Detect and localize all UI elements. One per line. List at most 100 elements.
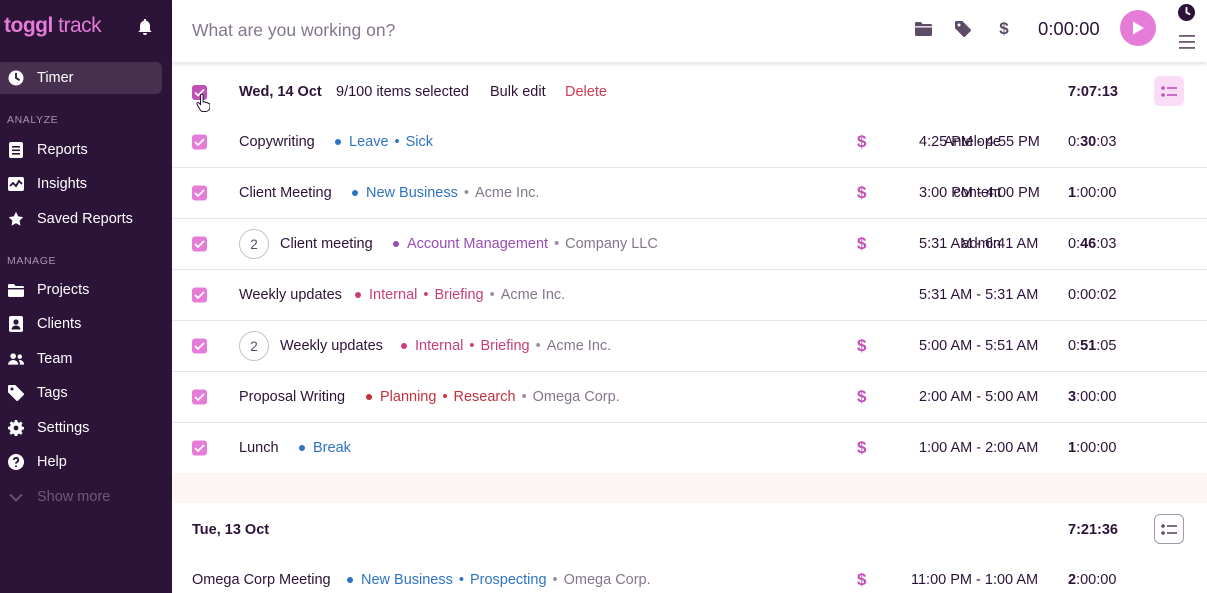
project-name: Account Management <box>407 236 549 252</box>
time-entry-row[interactable]: 2 Client meeting Account Management • Co… <box>172 219 1207 270</box>
separator: • <box>554 236 560 252</box>
time-entry-row[interactable]: Lunch Break $ 1:00 AM - 2:00 AM 1:00:00 <box>172 423 1207 474</box>
sidebar-item-tags[interactable]: Tags <box>0 377 162 409</box>
task-description-input[interactable] <box>192 16 692 44</box>
entry-duration[interactable]: 0:51:05 <box>1068 338 1116 354</box>
clock-icon <box>8 70 24 86</box>
billable-dollar-icon[interactable]: $ <box>857 387 866 407</box>
entry-description[interactable]: Copywriting <box>239 134 315 150</box>
billable-dollar-icon[interactable]: $ <box>857 183 866 203</box>
entry-project[interactable]: Internal • Briefing • Acme Inc. <box>355 287 565 303</box>
folder-icon <box>8 282 24 298</box>
group-date: Wed, 14 Oct <box>239 84 322 100</box>
sidebar-item-reports[interactable]: Reports <box>0 134 162 166</box>
grouped-entries-count-badge[interactable]: 2 <box>239 331 269 361</box>
time-entry-row[interactable]: 2 Weekly updates Internal • Briefing • A… <box>172 321 1207 372</box>
entry-project[interactable]: Account Management • Company LLC <box>393 236 658 252</box>
entry-time-range[interactable]: 5:00 AM - 5:51 AM <box>919 338 1038 354</box>
entry-checkbox[interactable] <box>192 389 207 405</box>
group-total-duration: 7:07:13 <box>1068 84 1118 100</box>
grouped-entries-count-badge[interactable]: 2 <box>239 229 269 259</box>
time-entry-row[interactable]: Omega Corp Meeting New Business • Prospe… <box>172 554 1207 593</box>
entry-duration[interactable]: 1:00:00 <box>1068 185 1116 201</box>
entry-duration[interactable]: 0:30:03 <box>1068 134 1116 150</box>
sidebar-item-insights[interactable]: Insights <box>0 168 162 200</box>
group-list-toggle-button[interactable] <box>1154 514 1184 544</box>
timer-mode-clock-icon[interactable] <box>1178 4 1195 21</box>
entry-project[interactable]: New Business • Acme Inc. <box>352 185 539 201</box>
sidebar-item-projects[interactable]: Projects <box>0 274 162 306</box>
entry-checkbox[interactable] <box>192 236 207 252</box>
sidebar-item-help[interactable]: Help <box>0 446 162 478</box>
project-folder-icon[interactable] <box>913 19 933 39</box>
client-name: Acme Inc. <box>500 287 566 303</box>
entry-project[interactable]: Leave • Sick <box>335 134 433 150</box>
play-icon <box>1133 21 1144 35</box>
entry-duration[interactable]: 2:00:00 <box>1068 572 1116 588</box>
entry-time-range[interactable]: 4:25 PM - 4:55 PM <box>919 134 1040 150</box>
sidebar-item-team[interactable]: Team <box>0 343 162 375</box>
entry-time-range[interactable]: 1:00 AM - 2:00 AM <box>919 440 1038 456</box>
sidebar-item-label: Saved Reports <box>37 211 133 227</box>
entry-duration[interactable]: 3:00:00 <box>1068 389 1116 405</box>
manual-mode-menu-icon[interactable] <box>1179 35 1195 49</box>
time-entry-row[interactable]: Copywriting Leave • Sick Antelope $ 4:25… <box>172 117 1207 168</box>
task-name: Research <box>453 389 516 405</box>
sidebar-item-timer[interactable]: Timer <box>0 62 162 94</box>
entry-duration[interactable]: 0:46:03 <box>1068 236 1116 252</box>
entry-project[interactable]: Internal • Briefing • Acme Inc. <box>401 338 611 354</box>
entry-time-range[interactable]: 2:00 AM - 5:00 AM <box>919 389 1038 405</box>
hand-cursor-icon <box>196 94 210 112</box>
entry-time-range[interactable]: 5:31 AM - 5:31 AM <box>919 287 1038 303</box>
delete-button[interactable]: Delete <box>565 84 607 100</box>
time-entry-row[interactable]: Weekly updates Internal • Briefing • Acm… <box>172 270 1207 321</box>
group-list-toggle-button[interactable] <box>1154 76 1184 106</box>
entry-description[interactable]: Weekly updates <box>239 287 342 303</box>
sidebar-item-saved-reports[interactable]: Saved Reports <box>0 203 162 235</box>
selection-count: 9/100 items selected <box>336 84 469 100</box>
billable-dollar-icon[interactable]: $ <box>857 570 866 590</box>
entry-checkbox[interactable] <box>192 338 207 354</box>
entry-checkbox[interactable] <box>192 287 207 303</box>
entry-description[interactable]: Client Meeting <box>239 185 332 201</box>
project-color-dot <box>355 292 361 298</box>
entry-duration[interactable]: 0:00:02 <box>1068 287 1116 303</box>
entry-checkbox[interactable] <box>192 440 207 456</box>
entry-description[interactable]: Weekly updates <box>280 338 383 354</box>
separator: • <box>463 185 469 201</box>
client-name: Company LLC <box>565 236 658 252</box>
sidebar-item-clients[interactable]: Clients <box>0 308 162 340</box>
sidebar-item-settings[interactable]: Settings <box>0 412 162 444</box>
entry-project[interactable]: Break <box>299 440 351 456</box>
time-entry-row[interactable]: Proposal Writing Planning • Research • O… <box>172 372 1207 423</box>
gear-icon <box>8 420 24 436</box>
project-name: Break <box>313 440 351 456</box>
tag-icon[interactable] <box>953 19 973 39</box>
billable-dollar-icon[interactable]: $ <box>857 234 866 254</box>
entry-project[interactable]: Planning • Research • Omega Corp. <box>366 389 620 405</box>
entry-project[interactable]: New Business • Prospecting • Omega Corp. <box>347 572 651 588</box>
entry-time-range[interactable]: 11:00 PM - 1:00 AM <box>911 572 1038 588</box>
toggl-track-logo[interactable]: toggl track <box>4 14 102 38</box>
bulk-edit-button[interactable]: Bulk edit <box>490 84 546 100</box>
entry-description[interactable]: Omega Corp Meeting <box>192 572 331 588</box>
entry-time-range[interactable]: 5:31 AM - 6:41 AM <box>919 236 1038 252</box>
time-entry-row[interactable]: Client Meeting New Business • Acme Inc. … <box>172 168 1207 219</box>
billable-dollar-icon[interactable]: $ <box>994 19 1014 39</box>
entry-description[interactable]: Lunch <box>239 440 279 456</box>
entry-description[interactable]: Proposal Writing <box>239 389 345 405</box>
sidebar-item-label: Help <box>37 454 67 470</box>
entry-description[interactable]: Client meeting <box>280 236 373 252</box>
billable-dollar-icon[interactable]: $ <box>857 132 866 152</box>
start-timer-button[interactable] <box>1120 10 1156 46</box>
entry-checkbox[interactable] <box>192 185 207 201</box>
entry-duration[interactable]: 1:00:00 <box>1068 440 1116 456</box>
billable-dollar-icon[interactable]: $ <box>857 438 866 458</box>
sidebar-item-label: Insights <box>37 176 87 192</box>
bell-icon[interactable] <box>137 18 153 36</box>
billable-dollar-icon[interactable]: $ <box>857 336 866 356</box>
separator: • <box>552 571 558 588</box>
entry-checkbox[interactable] <box>192 134 207 150</box>
sidebar-show-more[interactable]: Show more <box>0 481 162 513</box>
entry-time-range[interactable]: 3:00 PM - 4:00 PM <box>919 185 1040 201</box>
